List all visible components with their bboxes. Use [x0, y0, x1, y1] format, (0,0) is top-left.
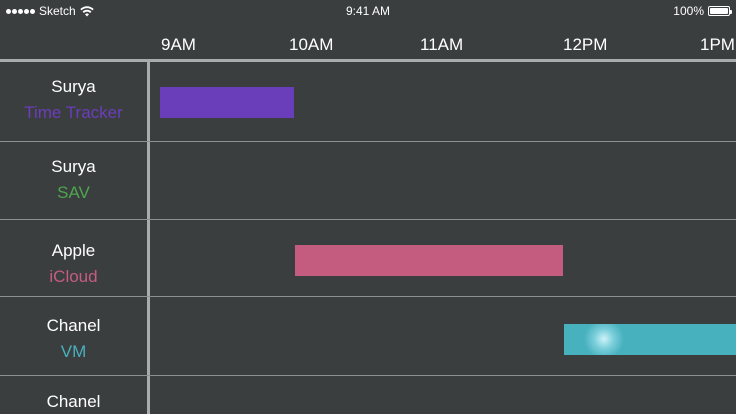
client-name: Apple — [51, 241, 96, 260]
hour-label: 12PM — [563, 35, 608, 54]
battery-icon — [708, 6, 732, 16]
project-name: VM — [60, 342, 87, 361]
timeline-screen: Sketch 9:41 AM 100% 9AM 10AM 11AM 12PM 1… — [0, 0, 736, 414]
row-label-chanel[interactable]: Chanel — [0, 376, 147, 414]
hour-label: 10AM — [289, 35, 334, 54]
client-name: Chanel — [46, 316, 101, 335]
client-name: Chanel — [46, 392, 101, 411]
hour-label: 11AM — [420, 35, 464, 54]
row-label-apple-icloud[interactable]: Apple iCloud — [0, 220, 147, 296]
hour-label: 9AM — [161, 35, 196, 54]
row-label-chanel-vm[interactable]: Chanel VM — [0, 297, 147, 375]
label-column-divider — [147, 62, 150, 414]
row-label-surya-time-tracker[interactable]: Surya Time Tracker — [0, 62, 147, 141]
time-axis-header: 9AM 10AM 11AM 12PM 1PM — [0, 22, 736, 59]
event-bar-vm[interactable] — [564, 324, 736, 355]
client-name: Surya — [51, 77, 96, 96]
client-name: Surya — [51, 157, 96, 176]
hour-label: 1PM — [700, 35, 735, 54]
event-bar-time-tracker[interactable] — [160, 87, 294, 118]
project-name: iCloud — [49, 267, 98, 286]
battery-percentage: 100% — [673, 4, 704, 18]
project-name: SAV — [57, 183, 90, 202]
status-right: 100% — [673, 4, 732, 18]
status-bar: Sketch 9:41 AM 100% — [0, 0, 736, 22]
touch-highlight — [584, 324, 624, 355]
status-time: 9:41 AM — [345, 4, 391, 18]
event-bar-icloud[interactable] — [295, 245, 563, 276]
project-name: Time Tracker — [24, 103, 123, 122]
row-label-surya-sav[interactable]: Surya SAV — [0, 142, 147, 219]
